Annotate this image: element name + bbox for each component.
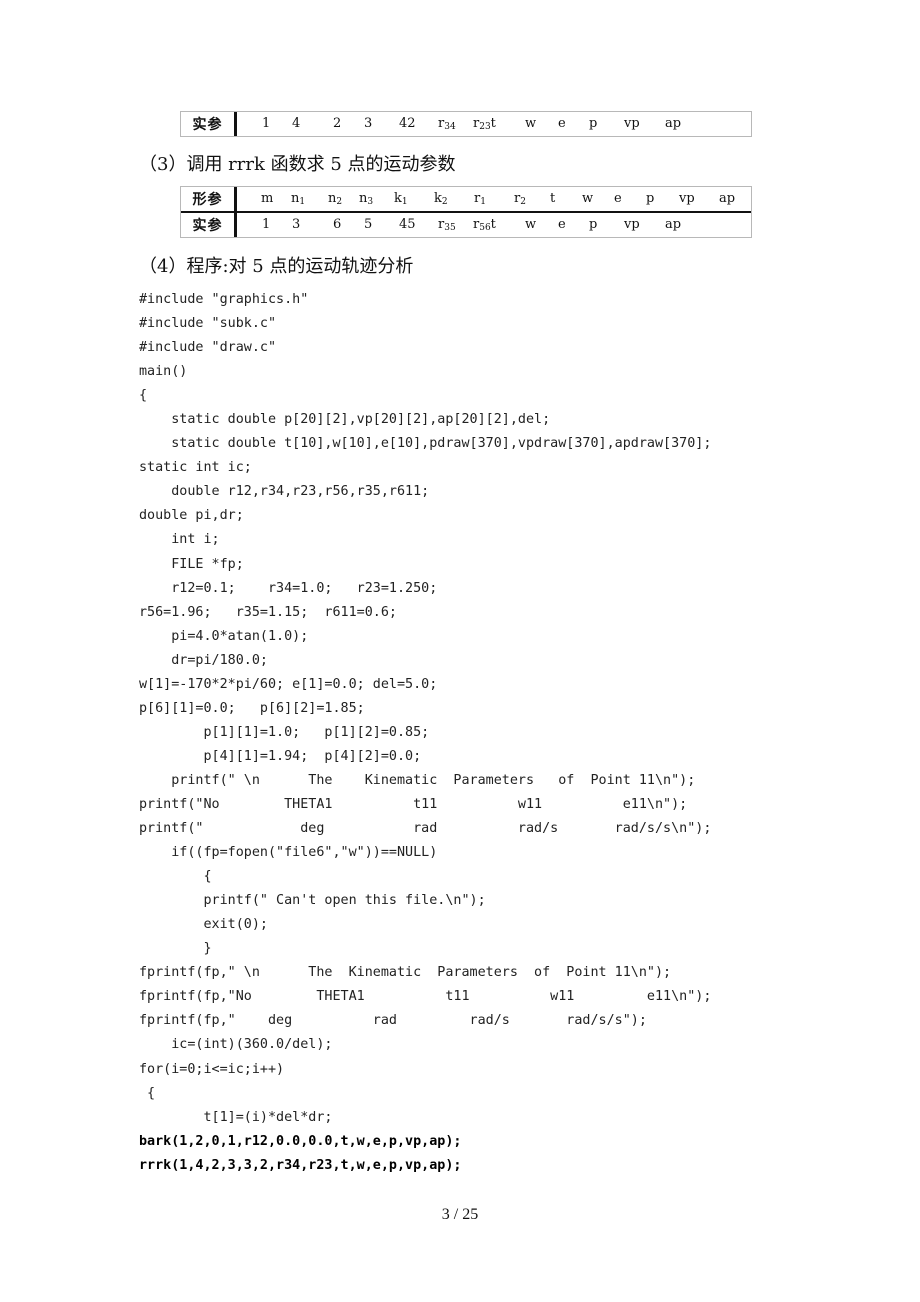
param-cell: n3 bbox=[359, 191, 374, 207]
param-cell: w bbox=[525, 217, 537, 232]
code-line: printf("No THETA1 t11 w11 e11\n"); bbox=[139, 796, 688, 812]
code-line: { bbox=[139, 869, 212, 885]
code-line: #include "subk.c" bbox=[139, 316, 277, 332]
code-line: if((fp=fopen("file6","w"))==NULL) bbox=[139, 845, 438, 861]
code-line: double pi,dr; bbox=[139, 508, 244, 524]
code-line: fprintf(fp," deg rad rad/s rad/s/s"); bbox=[139, 1013, 647, 1029]
param-cell: ap bbox=[665, 116, 682, 131]
param-cell: p bbox=[589, 217, 598, 232]
param-cell: n1 bbox=[291, 191, 306, 207]
section-4-heading: （4）程序:对 5 点的运动轨迹分析 bbox=[139, 256, 414, 277]
code-line: int i; bbox=[139, 532, 220, 548]
code-line: static int ic; bbox=[139, 460, 252, 476]
code-line: printf(" deg rad rad/s rad/s/s\n"); bbox=[139, 821, 712, 837]
code-line: p[1][1]=1.0; p[1][2]=0.85; bbox=[139, 724, 430, 740]
code-line: static double t[10],w[10],e[10],pdraw[37… bbox=[139, 436, 712, 452]
row-label-actual: 实参 bbox=[181, 213, 237, 237]
actual-params-table-top: 实参 1 4 2 3 42 r34 r23t w e p vp ap bbox=[180, 111, 752, 137]
param-cell: k2 bbox=[434, 191, 448, 207]
code-line: exit(0); bbox=[139, 917, 268, 933]
param-cell: ap bbox=[665, 217, 682, 232]
param-cell: 4 bbox=[292, 116, 301, 131]
param-cell: k1 bbox=[394, 191, 408, 207]
code-line: #include "graphics.h" bbox=[139, 292, 309, 307]
param-cell: 42 bbox=[399, 116, 416, 131]
param-cell: n2 bbox=[328, 191, 343, 207]
code-line: rrrk(1,4,2,3,3,2,r34,r23,t,w,e,p,vp,ap); bbox=[139, 1157, 462, 1173]
param-cell: vp bbox=[624, 116, 640, 131]
code-line: w[1]=-170*2*pi/60; e[1]=0.0; del=5.0; bbox=[139, 676, 438, 692]
rrrk-params-table: 形参 m n1 n2 n3 k1 k2 r1 r2 t w e p vp ap 实参 1 3 6 5 45 r35 r… bbox=[180, 186, 752, 238]
code-line: bark(1,2,0,1,r12,0.0,0.0,t,w,e,p,vp,ap); bbox=[139, 1133, 462, 1149]
param-cell: 1 bbox=[262, 217, 271, 232]
param-cell: r1 bbox=[474, 191, 486, 207]
section-3-heading: （3）调用 rrrk 函数求 5 点的运动参数 bbox=[139, 154, 456, 175]
actual-params-row: 实参 1 3 6 5 45 r35 r56t w e p vp ap bbox=[181, 211, 751, 237]
param-cell: ap bbox=[719, 191, 736, 206]
param-cell: p bbox=[646, 191, 655, 206]
code-line: dr=pi/180.0; bbox=[139, 652, 268, 668]
code-line: double r12,r34,r23,r56,r35,r611; bbox=[139, 484, 430, 500]
page-number: 3 / 25 bbox=[441, 1206, 479, 1223]
param-cell: 5 bbox=[364, 217, 373, 232]
code-line: r56=1.96; r35=1.15; r611=0.6; bbox=[139, 604, 397, 620]
param-cell: r2 bbox=[514, 191, 526, 207]
code-line: { bbox=[139, 388, 148, 404]
param-cell: 3 bbox=[292, 217, 301, 232]
param-cell: m bbox=[261, 191, 274, 206]
param-cell: 3 bbox=[364, 116, 373, 131]
code-line: printf(" Can't open this file.\n"); bbox=[139, 893, 486, 909]
document-page: 实参 1 4 2 3 42 r34 r23t w e p vp ap （3）调用 rrrk 函数求 5… bbox=[0, 0, 920, 1302]
param-cell: p bbox=[589, 116, 598, 131]
param-cell: e bbox=[558, 217, 566, 232]
code-line: ic=(int)(360.0/del); bbox=[139, 1037, 333, 1053]
code-line: pi=4.0*atan(1.0); bbox=[139, 628, 309, 644]
param-cell: 2 bbox=[333, 116, 342, 131]
param-cell: r34 bbox=[438, 116, 456, 132]
row-label-actual: 实参 bbox=[181, 112, 237, 136]
param-cell: w bbox=[525, 116, 537, 131]
param-cell: r35 bbox=[438, 217, 456, 233]
row-label-formal: 形参 bbox=[181, 187, 237, 211]
param-cell: vp bbox=[679, 191, 695, 206]
code-line: fprintf(fp," \n The Kinematic Parameters… bbox=[139, 965, 672, 981]
code-line: p[4][1]=1.94; p[4][2]=0.0; bbox=[139, 748, 422, 764]
param-cell: t bbox=[550, 191, 556, 206]
param-cell: 1 bbox=[262, 116, 271, 131]
code-line: #include "draw.c" bbox=[139, 340, 277, 356]
actual-params-row: 实参 1 4 2 3 42 r34 r23t w e p vp ap bbox=[181, 112, 751, 136]
param-cell: e bbox=[558, 116, 566, 131]
code-line: for(i=0;i<=ic;i++) bbox=[139, 1061, 285, 1077]
code-line: t[1]=(i)*del*dr; bbox=[139, 1109, 333, 1125]
code-listing: #include "graphics.h" #include "subk.c" #i… bbox=[139, 288, 711, 1178]
param-cell: e bbox=[614, 191, 622, 206]
code-line: printf(" \n The Kinematic Parameters of … bbox=[139, 772, 696, 788]
param-cell: r56t bbox=[473, 217, 496, 233]
param-cell: 45 bbox=[399, 217, 416, 232]
param-cell: 6 bbox=[333, 217, 342, 232]
code-line: { bbox=[139, 1085, 156, 1101]
code-line: fprintf(fp,"No THETA1 t11 w11 e11\n"); bbox=[139, 989, 712, 1005]
code-line: FILE *fp; bbox=[139, 556, 244, 572]
param-cell: r23t bbox=[473, 116, 496, 132]
code-line: } bbox=[139, 941, 212, 957]
code-line: static double p[20][2],vp[20][2],ap[20][… bbox=[139, 412, 551, 428]
param-cell: vp bbox=[624, 217, 640, 232]
code-line: r12=0.1; r34=1.0; r23=1.250; bbox=[139, 580, 438, 596]
param-cell: w bbox=[582, 191, 594, 206]
code-line: main() bbox=[139, 364, 188, 380]
code-line: p[6][1]=0.0; p[6][2]=1.85; bbox=[139, 700, 365, 716]
formal-params-row: 形参 m n1 n2 n3 k1 k2 r1 r2 t w e p vp ap bbox=[181, 187, 751, 211]
